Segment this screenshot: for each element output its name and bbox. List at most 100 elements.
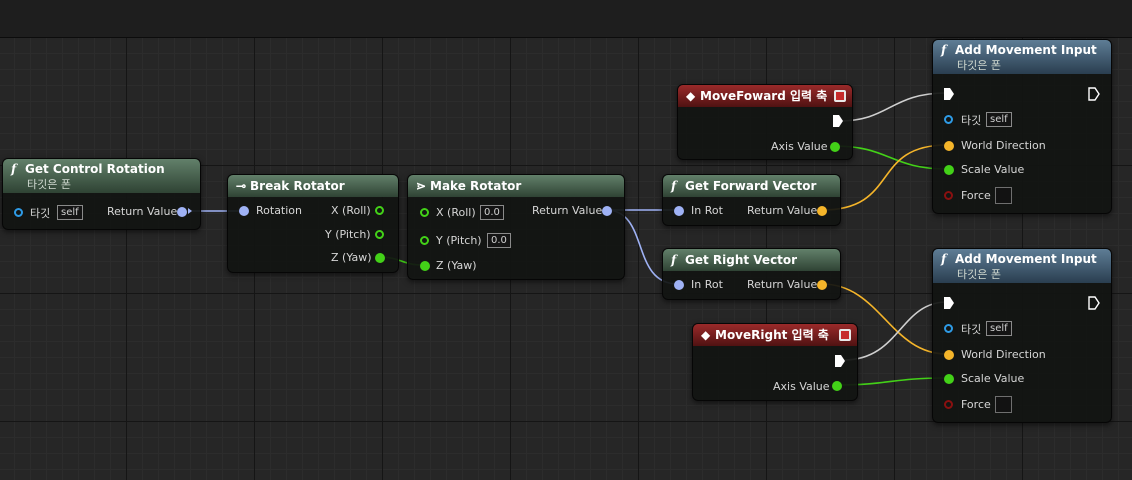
- axis-value-pin[interactable]: [830, 142, 840, 152]
- node-title: Add Movement Input: [955, 252, 1097, 266]
- in-rot-label: In Rot: [691, 204, 723, 217]
- force-checkbox[interactable]: [995, 187, 1012, 204]
- function-icon: f: [941, 252, 947, 266]
- in-rot-pin[interactable]: [674, 206, 684, 216]
- out-z-label: Z (Yaw): [331, 251, 372, 264]
- node-get-right-vector[interactable]: f Get Right Vector In Rot Return Value: [662, 248, 841, 300]
- node-header: f Get Control Rotation 타깃은 폰: [3, 159, 200, 193]
- axis-value-label: Axis Value: [773, 380, 830, 393]
- return-value-label: Return Value: [107, 205, 178, 218]
- in-y-pin[interactable]: [420, 236, 429, 245]
- node-break-rotator[interactable]: ⊸ Break Rotator Rotation X (Roll) Y (Pitc…: [227, 174, 399, 273]
- event-diamond-icon: ◆: [701, 328, 711, 342]
- node-add-movement-input-right[interactable]: f Add Movement Input 타깃은 폰 타깃 self World …: [932, 248, 1112, 423]
- scale-value-pin[interactable]: [944, 374, 954, 384]
- in-x-pin[interactable]: [420, 208, 429, 217]
- in-z-label: Z (Yaw): [436, 259, 477, 272]
- node-title: MoveRight 입력 축: [715, 328, 829, 342]
- node-title: Break Rotator: [250, 179, 345, 193]
- node-subtitle: 타깃은 폰: [957, 268, 1001, 281]
- scale-value-pin[interactable]: [944, 165, 954, 175]
- world-direction-pin[interactable]: [944, 350, 954, 360]
- node-title: MoveFoward 입력 축: [700, 89, 828, 103]
- world-direction-label: World Direction: [961, 348, 1046, 361]
- in-z-pin[interactable]: [420, 261, 430, 271]
- out-y-label: Y (Pitch): [325, 228, 371, 241]
- in-rot-label: In Rot: [691, 278, 723, 291]
- target-value-box[interactable]: self: [986, 112, 1012, 127]
- exec-in-pin[interactable]: [943, 87, 955, 101]
- node-title: Get Control Rotation: [25, 162, 165, 176]
- exec-out-pin[interactable]: [1088, 87, 1100, 101]
- in-y-value-box[interactable]: 0.0: [487, 233, 511, 248]
- exec-out-pin[interactable]: [834, 354, 846, 368]
- function-icon: f: [941, 43, 947, 57]
- return-value-pin[interactable]: [817, 280, 827, 290]
- target-label: 타깃: [961, 114, 982, 127]
- node-subtitle: 타깃은 폰: [27, 178, 71, 191]
- force-pin[interactable]: [944, 191, 953, 200]
- out-x-pin[interactable]: [375, 206, 384, 215]
- node-title: Get Forward Vector: [685, 179, 817, 193]
- return-value-label: Return Value: [747, 278, 818, 291]
- target-pin[interactable]: [944, 115, 953, 124]
- function-icon: f: [671, 179, 677, 193]
- out-x-label: X (Roll): [331, 204, 371, 217]
- rotation-in-pin[interactable]: [239, 206, 249, 216]
- node-title: Get Right Vector: [685, 253, 798, 267]
- node-title: Make Rotator: [430, 179, 522, 193]
- target-pin[interactable]: [944, 324, 953, 333]
- out-y-pin[interactable]: [375, 230, 384, 239]
- in-y-label: Y (Pitch): [436, 234, 482, 247]
- target-label: 타깃: [961, 323, 982, 336]
- node-header: ◆ MoveRight 입력 축: [693, 324, 857, 346]
- out-z-pin[interactable]: [375, 253, 385, 263]
- world-direction-pin[interactable]: [944, 141, 954, 151]
- in-x-value-box[interactable]: 0.0: [480, 205, 504, 220]
- target-pin[interactable]: [14, 208, 23, 217]
- force-checkbox[interactable]: [995, 396, 1012, 413]
- node-add-movement-input-forward[interactable]: f Add Movement Input 타깃은 폰 타깃 self World …: [932, 39, 1112, 214]
- graph-top-bar: [0, 0, 1132, 38]
- delegate-icon[interactable]: [834, 90, 846, 102]
- node-moveforward-axis-event[interactable]: ◆ MoveFoward 입력 축 Axis Value: [677, 84, 853, 160]
- node-header: ⊸ Break Rotator: [228, 175, 398, 197]
- return-value-pin[interactable]: [602, 206, 612, 216]
- target-value-box[interactable]: self: [986, 321, 1012, 336]
- function-icon: f: [11, 162, 17, 176]
- force-pin[interactable]: [944, 400, 953, 409]
- return-value-label: Return Value: [532, 204, 603, 217]
- return-value-label: Return Value: [747, 204, 818, 217]
- axis-value-pin[interactable]: [832, 381, 842, 391]
- return-value-pin[interactable]: [177, 207, 187, 217]
- node-moveright-axis-event[interactable]: ◆ MoveRight 입력 축 Axis Value: [692, 323, 858, 401]
- exec-in-pin[interactable]: [943, 296, 955, 310]
- node-get-forward-vector[interactable]: f Get Forward Vector In Rot Return Value: [662, 174, 841, 226]
- force-label: Force: [961, 398, 991, 411]
- return-value-pin[interactable]: [817, 206, 827, 216]
- wire-exec-forward: [838, 92, 948, 122]
- node-subtitle: 타깃은 폰: [957, 59, 1001, 72]
- node-title: Add Movement Input: [955, 43, 1097, 57]
- node-header: f Get Forward Vector: [663, 175, 840, 197]
- force-label: Force: [961, 189, 991, 202]
- exec-out-pin[interactable]: [1088, 296, 1100, 310]
- function-icon: f: [671, 253, 677, 267]
- node-make-rotator[interactable]: ⋗ Make Rotator X (Roll) 0.0 Return Value …: [407, 174, 625, 280]
- world-direction-label: World Direction: [961, 139, 1046, 152]
- delegate-icon[interactable]: [839, 329, 851, 341]
- make-struct-icon: ⋗: [416, 179, 427, 193]
- scale-value-label: Scale Value: [961, 372, 1025, 385]
- in-rot-pin[interactable]: [674, 280, 684, 290]
- node-header: ◆ MoveFoward 입력 축: [678, 85, 852, 107]
- in-x-label: X (Roll): [436, 206, 476, 219]
- target-label: 타깃: [30, 207, 51, 220]
- target-value-box[interactable]: self: [57, 205, 83, 220]
- rotation-label: Rotation: [256, 204, 303, 217]
- axis-value-label: Axis Value: [771, 140, 828, 153]
- scale-value-label: Scale Value: [961, 163, 1025, 176]
- node-header: ⋗ Make Rotator: [408, 175, 624, 197]
- node-get-control-rotation[interactable]: f Get Control Rotation 타깃은 폰 타깃 self Retu…: [2, 158, 201, 230]
- blueprint-graph-canvas[interactable]: f Get Control Rotation 타깃은 폰 타깃 self Retu…: [0, 0, 1132, 480]
- exec-out-pin[interactable]: [832, 114, 844, 128]
